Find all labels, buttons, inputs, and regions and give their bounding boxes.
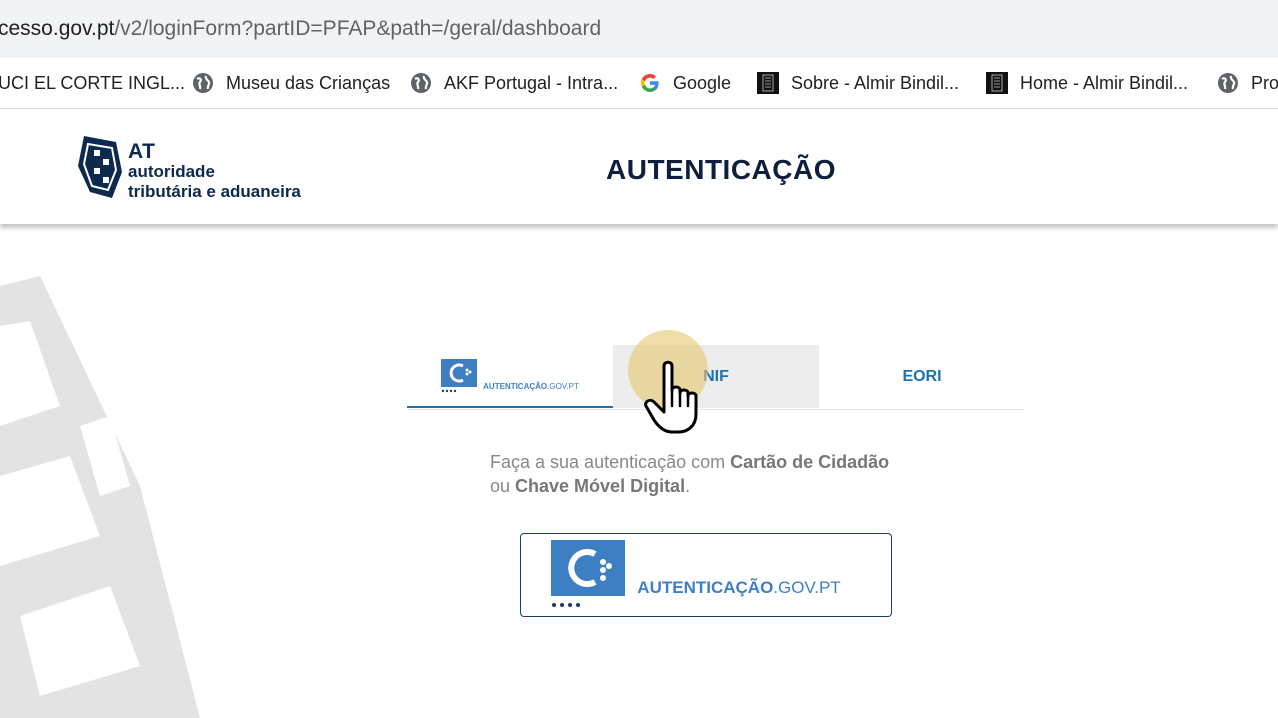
page-title: AUTENTICAÇÃO bbox=[606, 154, 836, 185]
portuguese-shield-icon bbox=[78, 136, 122, 198]
bookmark-item[interactable]: Museu das Crianças bbox=[192, 71, 390, 95]
logo-text: AT autoridade tributária e aduaneira bbox=[128, 140, 301, 202]
globe-icon bbox=[411, 73, 431, 93]
tab-logo-main: AUTENTICAÇÃO bbox=[483, 381, 548, 391]
dark-square-icon bbox=[757, 72, 779, 94]
globe-icon bbox=[193, 73, 213, 93]
google-icon bbox=[641, 74, 659, 92]
tab-eori-label: EORI bbox=[902, 367, 942, 385]
autenticacao-gov-button[interactable]: AUTENTICAÇÃO.GOV.PT bbox=[520, 533, 892, 617]
auth-tabs: AUTENTICAÇÃO.GOV.PT NIF EORI bbox=[407, 345, 1025, 410]
autenticacao-gov-logo: AUTENTICAÇÃO.GOV.PT bbox=[441, 358, 579, 393]
globe-icon bbox=[1218, 73, 1238, 93]
desc-prefix: Faça a sua autenticação com bbox=[490, 452, 731, 472]
logo-line1: autoridade bbox=[128, 162, 215, 181]
tab-logo-suffix: .GOV.PT bbox=[547, 381, 579, 391]
bookmark-label: AKF Portugal - Intra... bbox=[444, 72, 619, 93]
url-text[interactable]: cesso.gov.pt/v2/loginForm?partID=PFAP&pa… bbox=[0, 17, 601, 41]
site-header: AT autoridade tributária e aduaneira AUT… bbox=[0, 110, 1278, 224]
desc-mid: ou bbox=[490, 476, 516, 496]
tab-autenticacao-label: AUTENTICAÇÃO.GOV.PT bbox=[483, 382, 579, 391]
auth-button-label: AUTENTICAÇÃO.GOV.PT bbox=[637, 578, 840, 598]
bookmark-label: Pro bbox=[1251, 72, 1278, 93]
autenticacao-gov-icon bbox=[551, 540, 626, 607]
url-path: /v2/loginForm?partID=PFAP&path=/geral/da… bbox=[114, 17, 602, 40]
tab-autenticacao-gov[interactable]: AUTENTICAÇÃO.GOV.PT bbox=[407, 345, 613, 408]
bookmark-label: Home - Almir Bindil... bbox=[1020, 72, 1189, 93]
bookmark-item[interactable]: Sobre - Almir Bindil... bbox=[757, 71, 959, 95]
auth-logo-suffix: .GOV.PT bbox=[773, 578, 841, 597]
bookmark-item[interactable]: AKF Portugal - Intra... bbox=[410, 71, 618, 95]
url-host: cesso.gov.pt bbox=[0, 17, 115, 40]
desc-end: . bbox=[685, 476, 691, 496]
auth-logo-main: AUTENTICAÇÃO bbox=[637, 578, 774, 597]
hand-pointer-icon bbox=[644, 360, 698, 434]
bookmark-item[interactable]: Home - Almir Bindil... bbox=[986, 71, 1188, 95]
bookmark-label: Google bbox=[673, 72, 732, 93]
address-bar[interactable]: cesso.gov.pt/v2/loginForm?partID=PFAP&pa… bbox=[0, 0, 1278, 58]
bookmark-label: Sobre - Almir Bindil... bbox=[791, 72, 960, 93]
bookmark-item[interactable]: Google bbox=[639, 71, 731, 95]
desc-chave-movel: Chave Móvel Digital bbox=[515, 476, 686, 496]
logo-at: AT bbox=[128, 140, 156, 163]
bookmark-item[interactable]: UCI EL CORTE INGL... bbox=[0, 71, 185, 95]
logo-line2: tributária e aduaneira bbox=[128, 182, 301, 201]
bookmark-label: UCI EL CORTE INGL... bbox=[0, 72, 186, 93]
bookmarks-bar: UCI EL CORTE INGL... Museu das Crianças … bbox=[0, 58, 1278, 109]
autenticacao-gov-logo-large: AUTENTICAÇÃO.GOV.PT bbox=[551, 540, 841, 610]
bookmark-item[interactable]: Pro bbox=[1217, 71, 1278, 95]
dark-square-icon bbox=[986, 72, 1008, 94]
desc-cartao-cidadao: Cartão de Cidadão bbox=[730, 452, 890, 472]
background-watermark bbox=[0, 276, 200, 718]
at-logo[interactable]: AT autoridade tributária e aduaneira bbox=[76, 132, 336, 204]
auth-description: Faça a sua autenticação com Cartão de Ci… bbox=[490, 450, 950, 498]
autenticacao-gov-icon bbox=[441, 358, 478, 392]
tab-eori[interactable]: EORI bbox=[819, 345, 1025, 408]
bookmark-label: Museu das Crianças bbox=[226, 72, 391, 93]
